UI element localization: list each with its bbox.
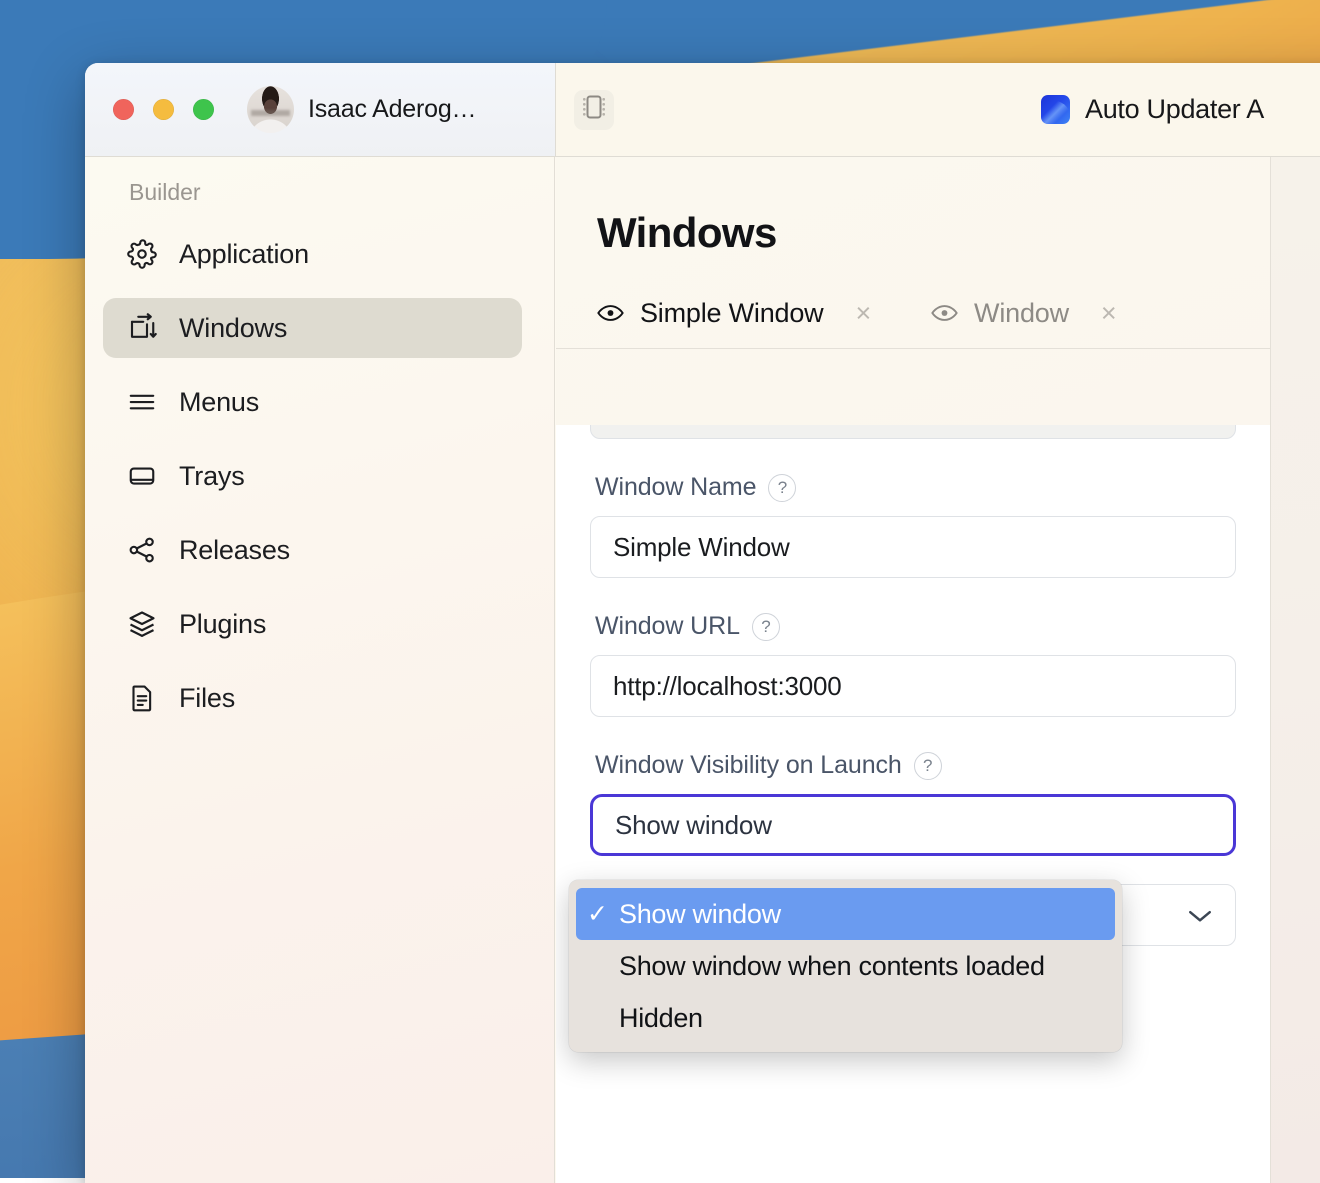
sidebar-item-plugins[interactable]: Plugins [103,594,522,654]
help-icon[interactable]: ? [914,752,942,780]
close-window-button[interactable] [113,99,134,120]
window-url-label-row: Window URL ? [595,612,1236,641]
eye-icon [931,298,958,329]
window-visibility-label-row: Window Visibility on Launch ? [595,751,1236,780]
window-name-field: Window Name ? Simple Window [590,473,1236,578]
dropdown-option-label: Show window [619,899,781,930]
dropdown-option-label: Show window when contents loaded [619,951,1045,982]
zoom-window-button[interactable] [193,99,214,120]
sidebar-item-label: Files [179,683,235,714]
title-bar: Isaac Aderog… [85,63,1320,157]
window-name-input[interactable]: Simple Window [590,516,1236,578]
main-content: Windows Simple Window × [556,157,1270,1183]
window-url-label: Window URL [595,612,740,641]
title-bar-right: Auto Updater A [555,63,1320,157]
help-icon[interactable]: ? [768,474,796,502]
window-tabs: Simple Window × Window × [556,257,1270,349]
check-icon: ✓ [587,902,606,927]
window-visibility-select[interactable]: Show window [590,794,1236,856]
sidebar-item-application[interactable]: Application [103,224,522,284]
close-tab-icon[interactable]: × [1101,300,1117,327]
page-title: Windows [556,157,1270,257]
menu-lines-icon [127,387,157,417]
help-icon[interactable]: ? [752,613,780,641]
window-visibility-field: Window Visibility on Launch ? Show windo… [590,751,1236,856]
dropdown-option-hidden[interactable]: Hidden [576,992,1115,1044]
tab-label: Simple Window [640,298,823,329]
share-nodes-icon [127,535,157,565]
window-name-label-row: Window Name ? [595,473,1236,502]
panel-gutter [1270,157,1320,1183]
sidebar-item-files[interactable]: Files [103,668,522,728]
avatar[interactable] [247,86,294,133]
window-resize-icon [127,313,157,343]
document-icon [127,683,157,713]
window-name-value: Simple Window [613,532,790,563]
window-id-input[interactable]: 3ZQhvIRHdjB3F5jmmSiC [590,425,1236,439]
sidebar-toggle-icon [583,94,605,125]
minimize-window-button[interactable] [153,99,174,120]
traffic-lights [113,99,214,120]
sidebar-item-windows[interactable]: Windows [103,298,522,358]
window-visibility-label: Window Visibility on Launch [595,751,902,780]
app-info: Auto Updater A [1041,94,1264,125]
sidebar-item-label: Menus [179,387,259,418]
chevron-down-icon [1187,900,1213,931]
window-name-label: Window Name [595,473,756,502]
dropdown-option-label: Hidden [619,1003,703,1034]
window-settings-form: 3ZQhvIRHdjB3F5jmmSiC Window Name ? [556,425,1270,1183]
eye-icon [597,298,624,329]
gear-icon [127,239,157,269]
dropdown-option-show-window-when-contents-loaded[interactable]: Show window when contents loaded [576,940,1115,992]
app-logo-icon [1041,95,1070,124]
app-title: Auto Updater A [1085,94,1264,125]
sidebar-item-releases[interactable]: Releases [103,520,522,580]
dropdown-option-show-window[interactable]: ✓ Show window [576,888,1115,940]
title-bar-left: Isaac Aderog… [85,63,555,157]
sidebar-item-label: Releases [179,535,290,566]
tab-window[interactable]: Window × [931,298,1116,343]
sidebar-item-label: Plugins [179,609,266,640]
sidebar-toggle-button[interactable] [574,90,614,130]
visibility-dropdown-popup[interactable]: ✓ Show window Show window when contents … [569,880,1122,1052]
window-url-field: Window URL ? http://localhost:3000 [590,612,1236,717]
window-id-field: 3ZQhvIRHdjB3F5jmmSiC [590,425,1236,439]
sidebar-item-label: Application [179,239,309,270]
window-url-input[interactable]: http://localhost:3000 [590,655,1236,717]
window-visibility-value: Show window [615,810,772,841]
layers-icon [127,609,157,639]
app-window: Isaac Aderog… [85,63,1320,1183]
sidebar-section-label: Builder [85,179,554,206]
sidebar-item-menus[interactable]: Menus [103,372,522,432]
sidebar-item-label: Windows [179,313,287,344]
sidebar: Builder Application Windows [85,157,555,1183]
account-name: Isaac Aderog… [308,95,476,124]
tab-label: Window [974,298,1069,329]
window-url-value: http://localhost:3000 [613,671,842,702]
close-tab-icon[interactable]: × [855,300,871,327]
tray-icon [127,461,157,491]
sidebar-item-label: Trays [179,461,245,492]
tab-simple-window[interactable]: Simple Window × [597,298,871,343]
sidebar-item-trays[interactable]: Trays [103,446,522,506]
